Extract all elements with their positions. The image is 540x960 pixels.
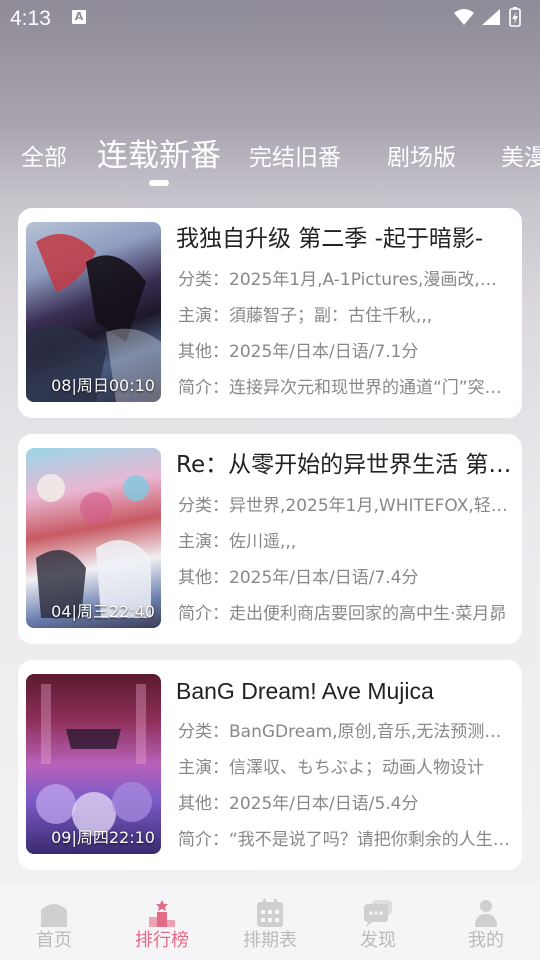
cast-value: 須藤智子；副：古住千秋,,, xyxy=(229,306,433,326)
status-time: 4:13 xyxy=(10,7,51,30)
show-title[interactable]: BanG Dream! Ave Mujica xyxy=(176,674,512,708)
tab-indicator xyxy=(149,180,169,186)
cast-row: 主演：信澤収、もちぶよ；动画人物设计 xyxy=(176,750,512,786)
show-card[interactable]: 08|周日00:10 我独自升级 第二季 -起于暗影- 分类：2025年1月,A… xyxy=(18,208,522,418)
intro-row: 简介：“我不是说了吗？请把你剩余的人生交给我” xyxy=(176,822,512,858)
category-label: 分类： xyxy=(178,270,229,290)
tab-movies[interactable]: 剧场版 xyxy=(387,132,456,184)
intro-value: 走出便利商店要回家的高中生·菜月昴 xyxy=(229,604,507,624)
intro-label: 简介： xyxy=(178,604,229,624)
other-value: 2025年/日本/日语/7.1分 xyxy=(229,342,419,362)
episode-badge: 04|周三22:40 xyxy=(51,602,155,621)
signal-icon xyxy=(482,9,500,25)
episode-badge: 08|周日00:10 xyxy=(51,376,155,395)
intro-row: 简介：连接异次元和现世界的通道“门”突然出现 xyxy=(176,370,512,406)
cast-label: 主演： xyxy=(178,758,229,778)
other-value: 2025年/日本/日语/7.4分 xyxy=(229,568,419,588)
cast-value: 佐川遥,,, xyxy=(229,532,297,552)
person-icon xyxy=(475,900,497,927)
poster-image[interactable]: 08|周日00:10 xyxy=(26,222,161,402)
nav-ranking[interactable]: 排行榜 xyxy=(108,884,216,960)
other-row: 其他：2025年/日本/日语/7.1分 xyxy=(176,334,512,370)
tab-airing[interactable]: 连载新番 xyxy=(97,130,221,182)
other-row: 其他：2025年/日本/日语/7.4分 xyxy=(176,560,512,596)
nav-discover[interactable]: 发现 xyxy=(324,884,432,960)
category-value: BanGDream,原创,音乐,无法预测的展开 xyxy=(229,722,512,742)
category-label: 分类： xyxy=(178,496,229,516)
cast-row: 主演：須藤智子；副：古住千秋,,, xyxy=(176,298,512,334)
podium-icon xyxy=(149,900,175,927)
status-bar: 4:13 A xyxy=(0,0,540,36)
intro-label: 简介： xyxy=(178,378,229,398)
category-value: 2025年1月,A-1Pictures,漫画改,战斗,冒险 xyxy=(229,270,512,290)
intro-row: 简介：走出便利商店要回家的高中生·菜月昴 xyxy=(176,596,512,632)
bottom-nav: 首页 排行榜 排期表 发现 我的 xyxy=(0,884,540,960)
nav-ranking-label: 排行榜 xyxy=(135,930,189,951)
cast-value: 信澤収、もちぶよ；动画人物设计 xyxy=(229,758,484,778)
home-icon xyxy=(41,904,67,927)
chat-icon xyxy=(364,900,392,927)
tab-american-comics[interactable]: 美漫 xyxy=(501,132,540,184)
category-label: 分类： xyxy=(178,722,229,742)
battery-icon xyxy=(509,7,521,27)
nav-schedule-label: 排期表 xyxy=(243,930,297,951)
status-icons xyxy=(452,7,532,29)
calendar-icon xyxy=(257,899,283,927)
nav-home[interactable]: 首页 xyxy=(0,884,108,960)
tab-all[interactable]: 全部 xyxy=(21,132,67,184)
cast-label: 主演： xyxy=(178,306,229,326)
poster-image[interactable]: 04|周三22:40 xyxy=(26,448,161,628)
category-row: 分类：异世界,2025年1月,WHITEFOX,轻小说改 xyxy=(176,488,512,524)
notification-icon: A xyxy=(72,10,86,24)
wifi-icon xyxy=(454,9,474,25)
category-row: 分类：BanGDream,原创,音乐,无法预测的展开 xyxy=(176,714,512,750)
cast-row: 主演：佐川遥,,, xyxy=(176,524,512,560)
intro-value: 连接异次元和现世界的通道“门”突然出现 xyxy=(229,378,512,398)
category-tabs: 全部 连载新番 完结旧番 剧场版 美漫 xyxy=(0,130,540,190)
show-title[interactable]: Re：从零开始的异世界生活 第三季 xyxy=(176,448,512,482)
episode-badge: 09|周四22:10 xyxy=(51,828,155,847)
poster-image[interactable]: 09|周四22:10 xyxy=(26,674,161,854)
show-title[interactable]: 我独自升级 第二季 -起于暗影- xyxy=(176,222,512,256)
other-value: 2025年/日本/日语/5.4分 xyxy=(229,794,419,814)
show-card[interactable]: 09|周四22:10 BanG Dream! Ave Mujica 分类：Ban… xyxy=(18,660,522,870)
nav-schedule[interactable]: 排期表 xyxy=(216,884,324,960)
show-card[interactable]: 04|周三22:40 Re：从零开始的异世界生活 第三季 分类：异世界,2025… xyxy=(18,434,522,644)
nav-profile-label: 我的 xyxy=(468,930,504,951)
tab-completed[interactable]: 完结旧番 xyxy=(249,132,341,184)
other-label: 其他： xyxy=(178,342,229,362)
other-row: 其他：2025年/日本/日语/5.4分 xyxy=(176,786,512,822)
intro-value: “我不是说了吗？请把你剩余的人生交给我” xyxy=(229,830,512,850)
nav-profile[interactable]: 我的 xyxy=(432,884,540,960)
category-value: 异世界,2025年1月,WHITEFOX,轻小说改 xyxy=(229,496,512,516)
other-label: 其他： xyxy=(178,568,229,588)
nav-home-label: 首页 xyxy=(36,930,72,951)
nav-discover-label: 发现 xyxy=(360,930,396,951)
intro-label: 简介： xyxy=(178,830,229,850)
other-label: 其他： xyxy=(178,794,229,814)
category-row: 分类：2025年1月,A-1Pictures,漫画改,战斗,冒险 xyxy=(176,262,512,298)
cast-label: 主演： xyxy=(178,532,229,552)
